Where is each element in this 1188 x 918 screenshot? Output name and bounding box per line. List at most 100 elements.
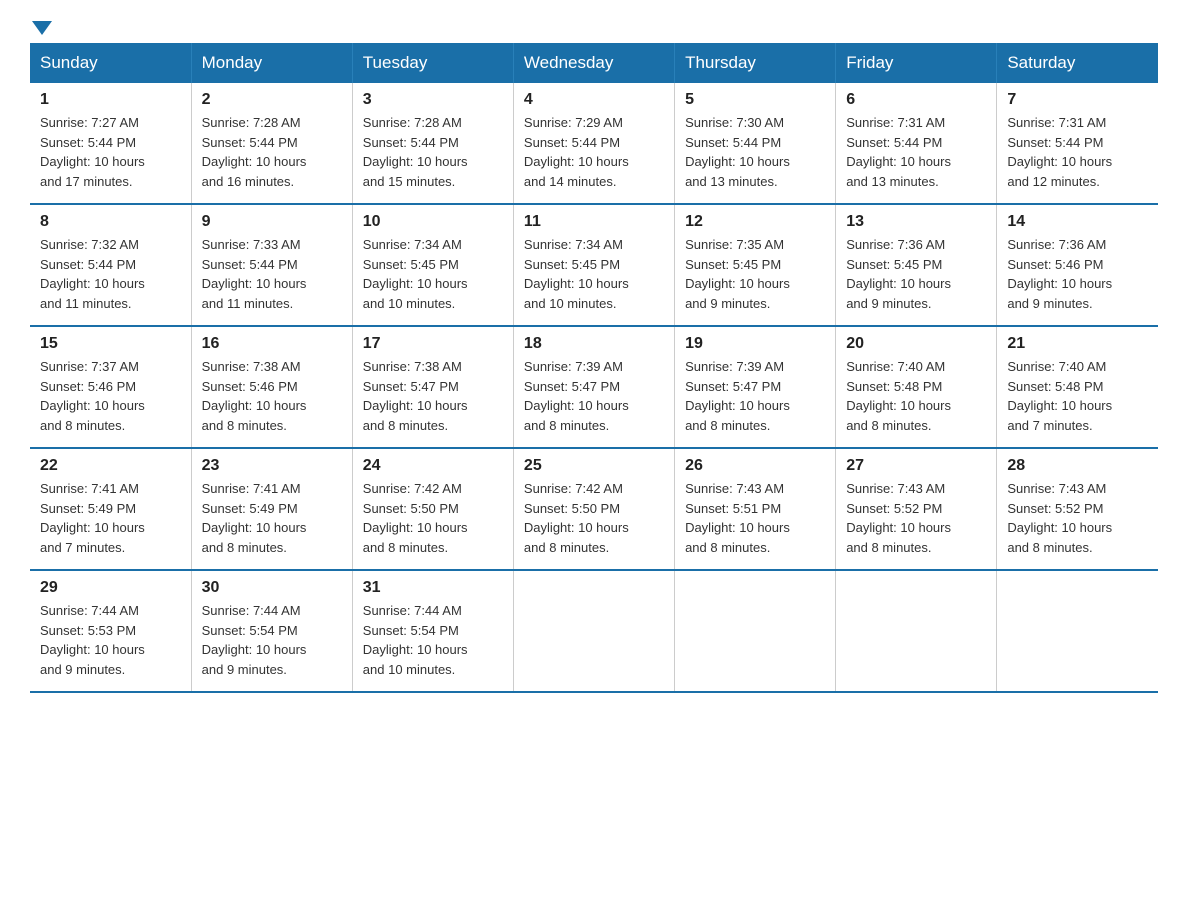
day-number: 5: [685, 91, 825, 109]
day-info: Sunrise: 7:44 AMSunset: 5:54 PMDaylight:…: [363, 603, 468, 677]
day-cell: 23 Sunrise: 7:41 AMSunset: 5:49 PMDaylig…: [191, 448, 352, 570]
day-info: Sunrise: 7:29 AMSunset: 5:44 PMDaylight:…: [524, 115, 629, 189]
day-info: Sunrise: 7:34 AMSunset: 5:45 PMDaylight:…: [524, 237, 629, 311]
calendar-body: 1 Sunrise: 7:27 AMSunset: 5:44 PMDayligh…: [30, 83, 1158, 692]
day-cell: 19 Sunrise: 7:39 AMSunset: 5:47 PMDaylig…: [675, 326, 836, 448]
day-number: 4: [524, 91, 664, 109]
day-cell: 3 Sunrise: 7:28 AMSunset: 5:44 PMDayligh…: [352, 83, 513, 204]
day-info: Sunrise: 7:41 AMSunset: 5:49 PMDaylight:…: [202, 481, 307, 555]
day-cell: 16 Sunrise: 7:38 AMSunset: 5:46 PMDaylig…: [191, 326, 352, 448]
calendar-header: SundayMondayTuesdayWednesdayThursdayFrid…: [30, 43, 1158, 83]
header-cell-monday: Monday: [191, 43, 352, 83]
day-number: 7: [1007, 91, 1148, 109]
day-cell: 12 Sunrise: 7:35 AMSunset: 5:45 PMDaylig…: [675, 204, 836, 326]
day-cell: 20 Sunrise: 7:40 AMSunset: 5:48 PMDaylig…: [836, 326, 997, 448]
page-header: [30, 20, 1158, 33]
day-info: Sunrise: 7:27 AMSunset: 5:44 PMDaylight:…: [40, 115, 145, 189]
day-info: Sunrise: 7:28 AMSunset: 5:44 PMDaylight:…: [363, 115, 468, 189]
day-number: 9: [202, 213, 342, 231]
day-number: 16: [202, 335, 342, 353]
week-row-1: 1 Sunrise: 7:27 AMSunset: 5:44 PMDayligh…: [30, 83, 1158, 204]
day-info: Sunrise: 7:40 AMSunset: 5:48 PMDaylight:…: [846, 359, 951, 433]
day-cell: 2 Sunrise: 7:28 AMSunset: 5:44 PMDayligh…: [191, 83, 352, 204]
day-info: Sunrise: 7:39 AMSunset: 5:47 PMDaylight:…: [524, 359, 629, 433]
week-row-3: 15 Sunrise: 7:37 AMSunset: 5:46 PMDaylig…: [30, 326, 1158, 448]
week-row-4: 22 Sunrise: 7:41 AMSunset: 5:49 PMDaylig…: [30, 448, 1158, 570]
day-number: 11: [524, 213, 664, 231]
logo: [30, 20, 52, 33]
day-info: Sunrise: 7:36 AMSunset: 5:45 PMDaylight:…: [846, 237, 951, 311]
day-cell: 29 Sunrise: 7:44 AMSunset: 5:53 PMDaylig…: [30, 570, 191, 692]
day-info: Sunrise: 7:43 AMSunset: 5:52 PMDaylight:…: [1007, 481, 1112, 555]
day-number: 21: [1007, 335, 1148, 353]
day-number: 28: [1007, 457, 1148, 475]
day-number: 1: [40, 91, 181, 109]
day-cell: 15 Sunrise: 7:37 AMSunset: 5:46 PMDaylig…: [30, 326, 191, 448]
header-row: SundayMondayTuesdayWednesdayThursdayFrid…: [30, 43, 1158, 83]
day-cell: 8 Sunrise: 7:32 AMSunset: 5:44 PMDayligh…: [30, 204, 191, 326]
header-cell-tuesday: Tuesday: [352, 43, 513, 83]
day-info: Sunrise: 7:35 AMSunset: 5:45 PMDaylight:…: [685, 237, 790, 311]
day-cell: 30 Sunrise: 7:44 AMSunset: 5:54 PMDaylig…: [191, 570, 352, 692]
day-number: 24: [363, 457, 503, 475]
day-cell: [836, 570, 997, 692]
day-number: 13: [846, 213, 986, 231]
day-cell: 1 Sunrise: 7:27 AMSunset: 5:44 PMDayligh…: [30, 83, 191, 204]
day-number: 17: [363, 335, 503, 353]
day-number: 29: [40, 579, 181, 597]
day-cell: 4 Sunrise: 7:29 AMSunset: 5:44 PMDayligh…: [513, 83, 674, 204]
day-cell: 21 Sunrise: 7:40 AMSunset: 5:48 PMDaylig…: [997, 326, 1158, 448]
day-info: Sunrise: 7:38 AMSunset: 5:47 PMDaylight:…: [363, 359, 468, 433]
week-row-2: 8 Sunrise: 7:32 AMSunset: 5:44 PMDayligh…: [30, 204, 1158, 326]
week-row-5: 29 Sunrise: 7:44 AMSunset: 5:53 PMDaylig…: [30, 570, 1158, 692]
day-cell: 10 Sunrise: 7:34 AMSunset: 5:45 PMDaylig…: [352, 204, 513, 326]
day-cell: [997, 570, 1158, 692]
day-info: Sunrise: 7:31 AMSunset: 5:44 PMDaylight:…: [846, 115, 951, 189]
header-cell-saturday: Saturday: [997, 43, 1158, 83]
day-cell: 11 Sunrise: 7:34 AMSunset: 5:45 PMDaylig…: [513, 204, 674, 326]
header-cell-sunday: Sunday: [30, 43, 191, 83]
header-cell-friday: Friday: [836, 43, 997, 83]
day-info: Sunrise: 7:40 AMSunset: 5:48 PMDaylight:…: [1007, 359, 1112, 433]
day-cell: 14 Sunrise: 7:36 AMSunset: 5:46 PMDaylig…: [997, 204, 1158, 326]
logo-triangle-icon: [32, 21, 52, 35]
day-number: 6: [846, 91, 986, 109]
day-number: 14: [1007, 213, 1148, 231]
day-info: Sunrise: 7:41 AMSunset: 5:49 PMDaylight:…: [40, 481, 145, 555]
day-number: 8: [40, 213, 181, 231]
day-cell: 5 Sunrise: 7:30 AMSunset: 5:44 PMDayligh…: [675, 83, 836, 204]
day-info: Sunrise: 7:42 AMSunset: 5:50 PMDaylight:…: [524, 481, 629, 555]
day-info: Sunrise: 7:37 AMSunset: 5:46 PMDaylight:…: [40, 359, 145, 433]
day-cell: 25 Sunrise: 7:42 AMSunset: 5:50 PMDaylig…: [513, 448, 674, 570]
day-cell: [513, 570, 674, 692]
day-cell: 22 Sunrise: 7:41 AMSunset: 5:49 PMDaylig…: [30, 448, 191, 570]
day-cell: 26 Sunrise: 7:43 AMSunset: 5:51 PMDaylig…: [675, 448, 836, 570]
day-number: 27: [846, 457, 986, 475]
day-number: 2: [202, 91, 342, 109]
day-number: 15: [40, 335, 181, 353]
day-number: 22: [40, 457, 181, 475]
header-cell-wednesday: Wednesday: [513, 43, 674, 83]
day-number: 23: [202, 457, 342, 475]
day-number: 25: [524, 457, 664, 475]
day-info: Sunrise: 7:43 AMSunset: 5:51 PMDaylight:…: [685, 481, 790, 555]
day-info: Sunrise: 7:39 AMSunset: 5:47 PMDaylight:…: [685, 359, 790, 433]
day-info: Sunrise: 7:38 AMSunset: 5:46 PMDaylight:…: [202, 359, 307, 433]
day-info: Sunrise: 7:44 AMSunset: 5:54 PMDaylight:…: [202, 603, 307, 677]
day-number: 3: [363, 91, 503, 109]
day-cell: 13 Sunrise: 7:36 AMSunset: 5:45 PMDaylig…: [836, 204, 997, 326]
day-cell: 17 Sunrise: 7:38 AMSunset: 5:47 PMDaylig…: [352, 326, 513, 448]
day-number: 18: [524, 335, 664, 353]
day-cell: 18 Sunrise: 7:39 AMSunset: 5:47 PMDaylig…: [513, 326, 674, 448]
day-info: Sunrise: 7:36 AMSunset: 5:46 PMDaylight:…: [1007, 237, 1112, 311]
day-info: Sunrise: 7:33 AMSunset: 5:44 PMDaylight:…: [202, 237, 307, 311]
day-number: 10: [363, 213, 503, 231]
day-number: 20: [846, 335, 986, 353]
day-number: 31: [363, 579, 503, 597]
day-cell: 7 Sunrise: 7:31 AMSunset: 5:44 PMDayligh…: [997, 83, 1158, 204]
day-cell: 6 Sunrise: 7:31 AMSunset: 5:44 PMDayligh…: [836, 83, 997, 204]
day-info: Sunrise: 7:44 AMSunset: 5:53 PMDaylight:…: [40, 603, 145, 677]
day-cell: 9 Sunrise: 7:33 AMSunset: 5:44 PMDayligh…: [191, 204, 352, 326]
day-cell: 24 Sunrise: 7:42 AMSunset: 5:50 PMDaylig…: [352, 448, 513, 570]
day-info: Sunrise: 7:32 AMSunset: 5:44 PMDaylight:…: [40, 237, 145, 311]
